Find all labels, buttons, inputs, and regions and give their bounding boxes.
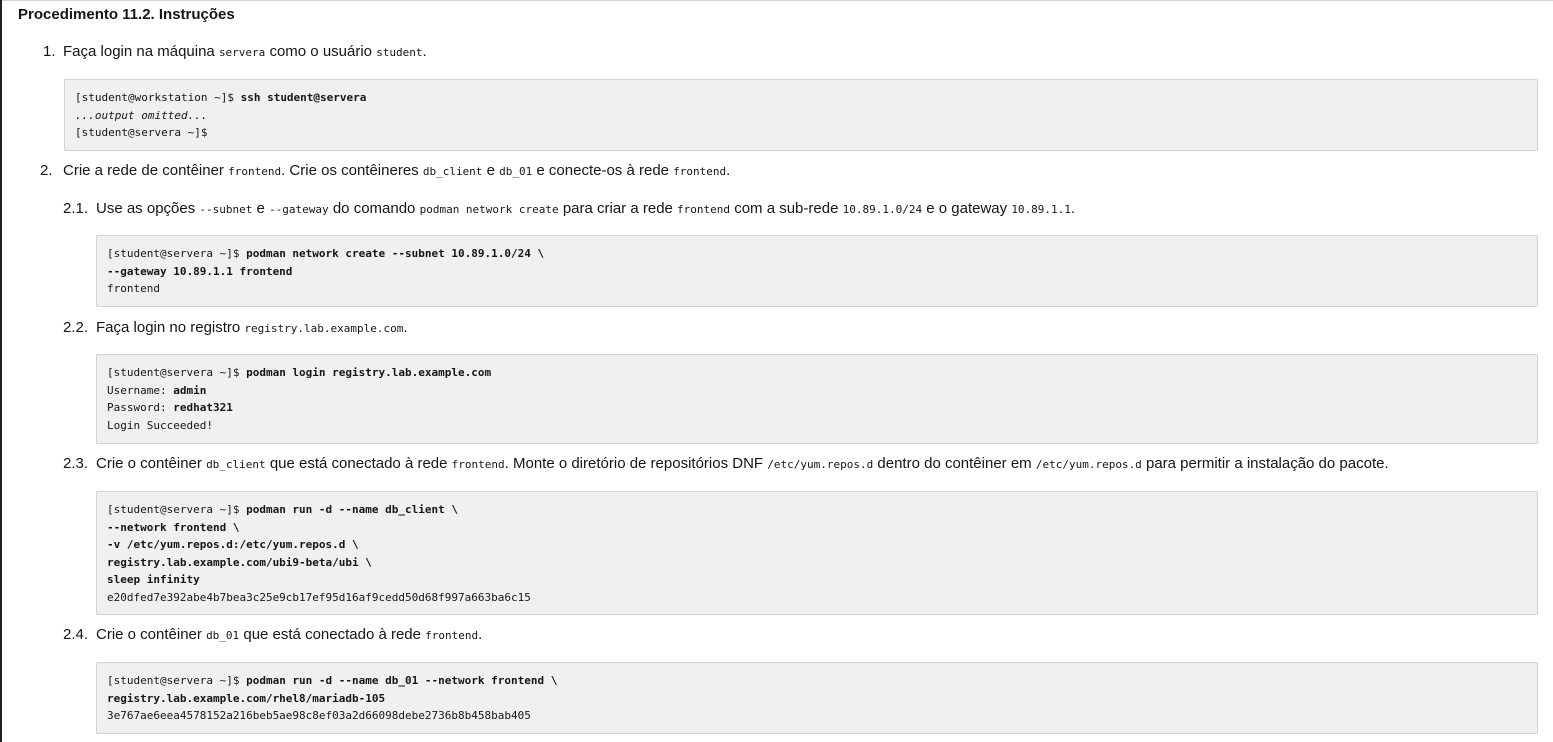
step-2-1-text: Use as opções --subnet e --gateway do co… bbox=[96, 200, 1076, 217]
substep-number: 2.4. bbox=[63, 626, 89, 643]
code-block-step-2-1[interactable]: [student@servera ~]$ podman network crea… bbox=[96, 235, 1538, 307]
step-number: 2. bbox=[40, 162, 53, 179]
substep-number: 2.1. bbox=[63, 200, 89, 217]
code-line: frontend bbox=[107, 282, 160, 295]
step-2-text: Crie a rede de contêiner frontend. Crie … bbox=[63, 162, 731, 179]
code-line: e20dfed7e392abe4b7bea3c25e9cb17ef95d16af… bbox=[107, 590, 531, 604]
left-border bbox=[0, 0, 2, 742]
code-line: registry.lab.example.com/ubi9-beta/ubi \ bbox=[107, 555, 372, 569]
code-line: Password: redhat321 bbox=[107, 401, 233, 414]
substep-number: 2.3. bbox=[63, 455, 89, 472]
code-line: [student@servera ~]$ podman run -d --nam… bbox=[107, 503, 458, 516]
step-1-text: Faça login na máquina servera como o usu… bbox=[63, 43, 427, 60]
code-line: --network frontend \ bbox=[107, 520, 240, 534]
code-line: 3e767ae6eea4578152a216beb5ae98c8ef03a2d6… bbox=[107, 709, 531, 722]
top-border bbox=[2, 0, 1553, 1]
code-line: registry.lab.example.com/rhel8/mariadb-1… bbox=[107, 691, 386, 705]
procedure-title: Procedimento 11.2. Instruções bbox=[18, 6, 235, 23]
code-line: -v /etc/yum.repos.d:/etc/yum.repos.d \ bbox=[107, 538, 359, 551]
code-line: sleep infinity bbox=[107, 573, 200, 586]
code-block-step-2-3[interactable]: [student@servera ~]$ podman run -d --nam… bbox=[96, 491, 1538, 615]
code-line: [student@workstation ~]$ ssh student@ser… bbox=[75, 91, 367, 104]
step-2-3-text: Crie o contêiner db_client que está cone… bbox=[96, 455, 1389, 472]
code-line: [student@servera ~]$ podman login regist… bbox=[107, 366, 492, 379]
code-block-step-2-2[interactable]: [student@servera ~]$ podman login regist… bbox=[96, 354, 1538, 444]
code-line: Username: admin bbox=[107, 383, 207, 397]
step-2-2-text: Faça login no registro registry.lab.exam… bbox=[96, 319, 408, 336]
step-2-4-text: Crie o contêiner db_01 que está conectad… bbox=[96, 626, 483, 643]
code-block-step-2-4[interactable]: [student@servera ~]$ podman run -d --nam… bbox=[96, 662, 1538, 734]
substep-number: 2.2. bbox=[63, 319, 89, 336]
code-line: --gateway 10.89.1.1 frontend bbox=[107, 264, 293, 278]
code-line: Login Succeeded! bbox=[107, 418, 213, 432]
step-number: 1. bbox=[43, 43, 56, 60]
code-line: ...output omitted... bbox=[75, 108, 208, 122]
code-block-step-1[interactable]: [student@workstation ~]$ ssh student@ser… bbox=[64, 79, 1538, 151]
code-line: [student@servera ~]$ podman run -d --nam… bbox=[107, 674, 558, 687]
code-line: [student@servera ~]$ bbox=[75, 126, 208, 139]
code-line: [student@servera ~]$ podman network crea… bbox=[107, 247, 545, 260]
